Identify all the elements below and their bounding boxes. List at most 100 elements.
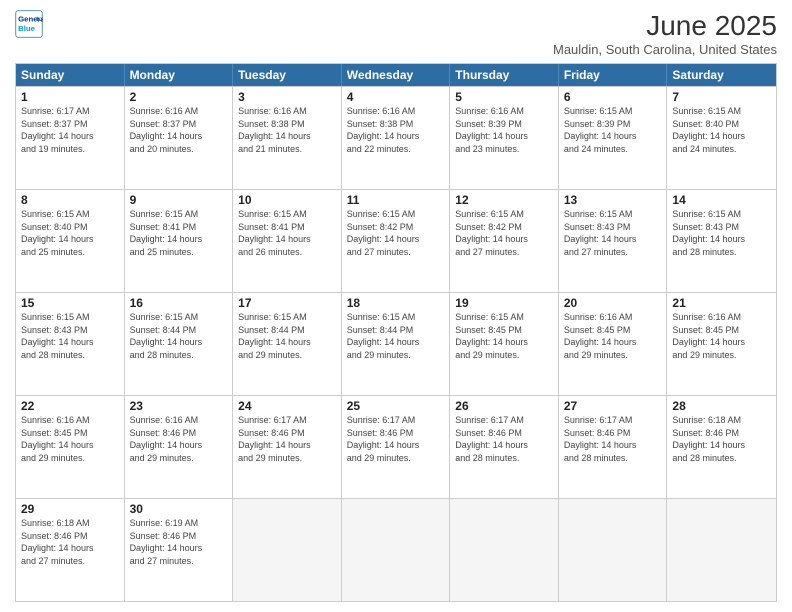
- day-number: 9: [130, 193, 228, 207]
- logo: General Blue: [15, 10, 43, 38]
- cal-cell-day-24: 24Sunrise: 6:17 AMSunset: 8:46 PMDayligh…: [233, 396, 342, 498]
- day-info: Sunrise: 6:15 AMSunset: 8:42 PMDaylight:…: [347, 208, 445, 258]
- day-number: 19: [455, 296, 553, 310]
- day-number: 14: [672, 193, 771, 207]
- day-info: Sunrise: 6:15 AMSunset: 8:43 PMDaylight:…: [672, 208, 771, 258]
- day-number: 28: [672, 399, 771, 413]
- day-number: 20: [564, 296, 662, 310]
- day-info: Sunrise: 6:17 AMSunset: 8:46 PMDaylight:…: [238, 414, 336, 464]
- cal-week-4: 22Sunrise: 6:16 AMSunset: 8:45 PMDayligh…: [16, 395, 776, 498]
- cal-cell-day-5: 5Sunrise: 6:16 AMSunset: 8:39 PMDaylight…: [450, 87, 559, 189]
- cal-cell-day-2: 2Sunrise: 6:16 AMSunset: 8:37 PMDaylight…: [125, 87, 234, 189]
- cal-cell-day-22: 22Sunrise: 6:16 AMSunset: 8:45 PMDayligh…: [16, 396, 125, 498]
- title-block: June 2025 Mauldin, South Carolina, Unite…: [553, 10, 777, 57]
- cal-cell-empty: [233, 499, 342, 601]
- cal-week-5: 29Sunrise: 6:18 AMSunset: 8:46 PMDayligh…: [16, 498, 776, 601]
- day-number: 8: [21, 193, 119, 207]
- cal-cell-day-28: 28Sunrise: 6:18 AMSunset: 8:46 PMDayligh…: [667, 396, 776, 498]
- day-info: Sunrise: 6:15 AMSunset: 8:44 PMDaylight:…: [130, 311, 228, 361]
- cal-cell-day-23: 23Sunrise: 6:16 AMSunset: 8:46 PMDayligh…: [125, 396, 234, 498]
- day-info: Sunrise: 6:15 AMSunset: 8:44 PMDaylight:…: [347, 311, 445, 361]
- cal-cell-empty: [450, 499, 559, 601]
- day-number: 23: [130, 399, 228, 413]
- day-info: Sunrise: 6:15 AMSunset: 8:40 PMDaylight:…: [21, 208, 119, 258]
- day-info: Sunrise: 6:15 AMSunset: 8:45 PMDaylight:…: [455, 311, 553, 361]
- cal-cell-day-18: 18Sunrise: 6:15 AMSunset: 8:44 PMDayligh…: [342, 293, 451, 395]
- cal-cell-day-9: 9Sunrise: 6:15 AMSunset: 8:41 PMDaylight…: [125, 190, 234, 292]
- page: General Blue June 2025 Mauldin, South Ca…: [0, 0, 792, 612]
- calendar: SundayMondayTuesdayWednesdayThursdayFrid…: [15, 63, 777, 602]
- day-number: 25: [347, 399, 445, 413]
- cal-cell-day-3: 3Sunrise: 6:16 AMSunset: 8:38 PMDaylight…: [233, 87, 342, 189]
- day-info: Sunrise: 6:16 AMSunset: 8:45 PMDaylight:…: [672, 311, 771, 361]
- header: General Blue June 2025 Mauldin, South Ca…: [15, 10, 777, 57]
- day-number: 24: [238, 399, 336, 413]
- svg-text:Blue: Blue: [18, 24, 36, 33]
- day-info: Sunrise: 6:15 AMSunset: 8:44 PMDaylight:…: [238, 311, 336, 361]
- cal-week-3: 15Sunrise: 6:15 AMSunset: 8:43 PMDayligh…: [16, 292, 776, 395]
- day-header-saturday: Saturday: [667, 64, 776, 86]
- cal-cell-empty: [559, 499, 668, 601]
- day-info: Sunrise: 6:16 AMSunset: 8:38 PMDaylight:…: [347, 105, 445, 155]
- day-info: Sunrise: 6:16 AMSunset: 8:45 PMDaylight:…: [21, 414, 119, 464]
- day-info: Sunrise: 6:17 AMSunset: 8:46 PMDaylight:…: [564, 414, 662, 464]
- day-info: Sunrise: 6:18 AMSunset: 8:46 PMDaylight:…: [21, 517, 119, 567]
- cal-cell-day-6: 6Sunrise: 6:15 AMSunset: 8:39 PMDaylight…: [559, 87, 668, 189]
- day-number: 4: [347, 90, 445, 104]
- day-number: 13: [564, 193, 662, 207]
- day-header-wednesday: Wednesday: [342, 64, 451, 86]
- cal-cell-day-7: 7Sunrise: 6:15 AMSunset: 8:40 PMDaylight…: [667, 87, 776, 189]
- day-number: 1: [21, 90, 119, 104]
- calendar-header-row: SundayMondayTuesdayWednesdayThursdayFrid…: [16, 64, 776, 86]
- cal-cell-day-15: 15Sunrise: 6:15 AMSunset: 8:43 PMDayligh…: [16, 293, 125, 395]
- calendar-body: 1Sunrise: 6:17 AMSunset: 8:37 PMDaylight…: [16, 86, 776, 601]
- day-number: 6: [564, 90, 662, 104]
- cal-cell-day-27: 27Sunrise: 6:17 AMSunset: 8:46 PMDayligh…: [559, 396, 668, 498]
- cal-cell-day-29: 29Sunrise: 6:18 AMSunset: 8:46 PMDayligh…: [16, 499, 125, 601]
- day-number: 16: [130, 296, 228, 310]
- day-info: Sunrise: 6:16 AMSunset: 8:39 PMDaylight:…: [455, 105, 553, 155]
- cal-cell-day-8: 8Sunrise: 6:15 AMSunset: 8:40 PMDaylight…: [16, 190, 125, 292]
- cal-cell-empty: [342, 499, 451, 601]
- day-number: 12: [455, 193, 553, 207]
- day-number: 17: [238, 296, 336, 310]
- day-number: 5: [455, 90, 553, 104]
- cal-cell-day-11: 11Sunrise: 6:15 AMSunset: 8:42 PMDayligh…: [342, 190, 451, 292]
- cal-cell-day-4: 4Sunrise: 6:16 AMSunset: 8:38 PMDaylight…: [342, 87, 451, 189]
- day-number: 18: [347, 296, 445, 310]
- day-number: 11: [347, 193, 445, 207]
- day-info: Sunrise: 6:15 AMSunset: 8:41 PMDaylight:…: [238, 208, 336, 258]
- cal-cell-day-1: 1Sunrise: 6:17 AMSunset: 8:37 PMDaylight…: [16, 87, 125, 189]
- day-number: 29: [21, 502, 119, 516]
- cal-cell-day-10: 10Sunrise: 6:15 AMSunset: 8:41 PMDayligh…: [233, 190, 342, 292]
- day-info: Sunrise: 6:15 AMSunset: 8:41 PMDaylight:…: [130, 208, 228, 258]
- day-number: 26: [455, 399, 553, 413]
- day-number: 22: [21, 399, 119, 413]
- cal-cell-empty: [667, 499, 776, 601]
- cal-cell-day-19: 19Sunrise: 6:15 AMSunset: 8:45 PMDayligh…: [450, 293, 559, 395]
- day-number: 21: [672, 296, 771, 310]
- cal-cell-day-12: 12Sunrise: 6:15 AMSunset: 8:42 PMDayligh…: [450, 190, 559, 292]
- cal-cell-day-16: 16Sunrise: 6:15 AMSunset: 8:44 PMDayligh…: [125, 293, 234, 395]
- cal-week-1: 1Sunrise: 6:17 AMSunset: 8:37 PMDaylight…: [16, 86, 776, 189]
- day-number: 2: [130, 90, 228, 104]
- cal-cell-day-13: 13Sunrise: 6:15 AMSunset: 8:43 PMDayligh…: [559, 190, 668, 292]
- cal-cell-day-14: 14Sunrise: 6:15 AMSunset: 8:43 PMDayligh…: [667, 190, 776, 292]
- cal-cell-day-20: 20Sunrise: 6:16 AMSunset: 8:45 PMDayligh…: [559, 293, 668, 395]
- cal-cell-day-17: 17Sunrise: 6:15 AMSunset: 8:44 PMDayligh…: [233, 293, 342, 395]
- logo-icon: General Blue: [15, 10, 43, 38]
- day-info: Sunrise: 6:15 AMSunset: 8:43 PMDaylight:…: [564, 208, 662, 258]
- day-info: Sunrise: 6:15 AMSunset: 8:39 PMDaylight:…: [564, 105, 662, 155]
- cal-cell-day-30: 30Sunrise: 6:19 AMSunset: 8:46 PMDayligh…: [125, 499, 234, 601]
- cal-week-2: 8Sunrise: 6:15 AMSunset: 8:40 PMDaylight…: [16, 189, 776, 292]
- day-header-thursday: Thursday: [450, 64, 559, 86]
- day-info: Sunrise: 6:16 AMSunset: 8:45 PMDaylight:…: [564, 311, 662, 361]
- day-info: Sunrise: 6:15 AMSunset: 8:40 PMDaylight:…: [672, 105, 771, 155]
- day-info: Sunrise: 6:16 AMSunset: 8:46 PMDaylight:…: [130, 414, 228, 464]
- day-header-tuesday: Tuesday: [233, 64, 342, 86]
- day-header-sunday: Sunday: [16, 64, 125, 86]
- day-info: Sunrise: 6:17 AMSunset: 8:46 PMDaylight:…: [347, 414, 445, 464]
- cal-cell-day-21: 21Sunrise: 6:16 AMSunset: 8:45 PMDayligh…: [667, 293, 776, 395]
- day-header-friday: Friday: [559, 64, 668, 86]
- day-header-monday: Monday: [125, 64, 234, 86]
